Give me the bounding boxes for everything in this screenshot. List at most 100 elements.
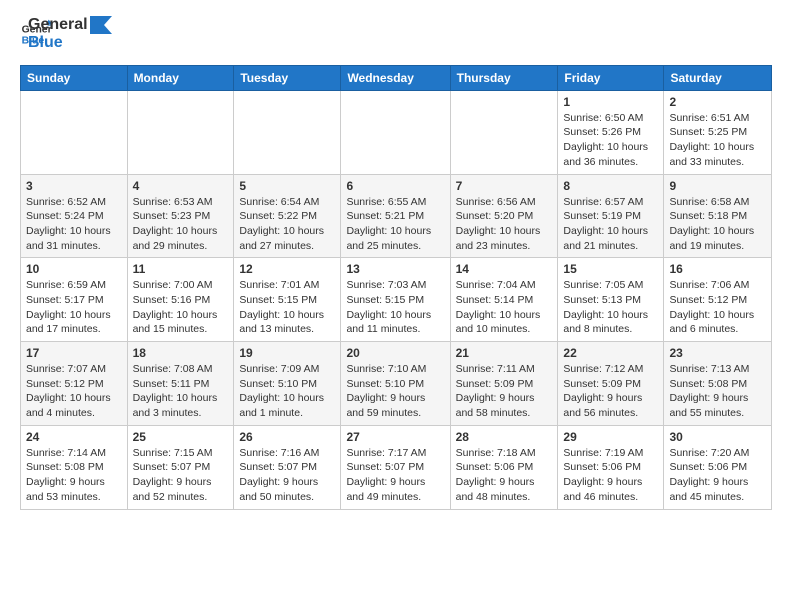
day-info: Sunrise: 6:55 AM Sunset: 5:21 PM Dayligh…: [346, 195, 444, 254]
page: General Blue General Blue SundayMon: [0, 0, 792, 530]
day-number: 16: [669, 262, 766, 276]
weekday-header-wednesday: Wednesday: [341, 65, 450, 90]
day-info: Sunrise: 7:19 AM Sunset: 5:06 PM Dayligh…: [563, 446, 658, 505]
day-number: 10: [26, 262, 122, 276]
day-info: Sunrise: 7:06 AM Sunset: 5:12 PM Dayligh…: [669, 278, 766, 337]
weekday-header-saturday: Saturday: [664, 65, 772, 90]
week-row-5: 24 Sunrise: 7:14 AM Sunset: 5:08 PM Dayli…: [21, 425, 772, 509]
day-info: Sunrise: 7:17 AM Sunset: 5:07 PM Dayligh…: [346, 446, 444, 505]
day-info: Sunrise: 6:52 AM Sunset: 5:24 PM Dayligh…: [26, 195, 122, 254]
weekday-header-sunday: Sunday: [21, 65, 128, 90]
calendar: SundayMondayTuesdayWednesdayThursdayFrid…: [20, 65, 772, 510]
day-info: Sunrise: 6:51 AM Sunset: 5:25 PM Dayligh…: [669, 111, 766, 170]
day-cell: 16 Sunrise: 7:06 AM Sunset: 5:12 PM Dayli…: [664, 258, 772, 342]
weekday-header-monday: Monday: [127, 65, 234, 90]
day-cell: 8 Sunrise: 6:57 AM Sunset: 5:19 PM Daylig…: [558, 174, 664, 258]
day-cell: 6 Sunrise: 6:55 AM Sunset: 5:21 PM Daylig…: [341, 174, 450, 258]
day-cell: 7Sunrise: 6:56 AM Sunset: 5:20 PM Daylig…: [450, 174, 558, 258]
day-info: Sunrise: 7:12 AM Sunset: 5:09 PM Dayligh…: [563, 362, 658, 421]
weekday-header-tuesday: Tuesday: [234, 65, 341, 90]
day-number: 20: [346, 346, 444, 360]
day-cell: 30Sunrise: 7:20 AM Sunset: 5:06 PM Dayli…: [664, 425, 772, 509]
day-number: 21: [456, 346, 553, 360]
day-info: Sunrise: 6:50 AM Sunset: 5:26 PM Dayligh…: [563, 111, 658, 170]
day-cell: 26Sunrise: 7:16 AM Sunset: 5:07 PM Dayli…: [234, 425, 341, 509]
day-info: Sunrise: 7:14 AM Sunset: 5:08 PM Dayligh…: [26, 446, 122, 505]
day-cell: 15 Sunrise: 7:05 AM Sunset: 5:13 PM Dayli…: [558, 258, 664, 342]
day-info: Sunrise: 7:13 AM Sunset: 5:08 PM Dayligh…: [669, 362, 766, 421]
day-number: 19: [239, 346, 335, 360]
day-cell: [450, 90, 558, 174]
day-cell: 22 Sunrise: 7:12 AM Sunset: 5:09 PM Dayli…: [558, 342, 664, 426]
day-cell: 21 Sunrise: 7:11 AM Sunset: 5:09 PM Dayli…: [450, 342, 558, 426]
day-info: Sunrise: 7:00 AM Sunset: 5:16 PM Dayligh…: [133, 278, 229, 337]
day-number: 6: [346, 179, 444, 193]
day-cell: 5 Sunrise: 6:54 AM Sunset: 5:22 PM Daylig…: [234, 174, 341, 258]
day-cell: 20 Sunrise: 7:10 AM Sunset: 5:10 PM Dayli…: [341, 342, 450, 426]
day-info: Sunrise: 7:11 AM Sunset: 5:09 PM Dayligh…: [456, 362, 553, 421]
day-info: Sunrise: 7:01 AM Sunset: 5:15 PM Dayligh…: [239, 278, 335, 337]
day-number: 7: [456, 179, 553, 193]
header: General Blue General Blue: [20, 16, 772, 53]
day-number: 14: [456, 262, 553, 276]
weekday-header-thursday: Thursday: [450, 65, 558, 90]
day-cell: 17Sunrise: 7:07 AM Sunset: 5:12 PM Dayli…: [21, 342, 128, 426]
logo-general: General: [28, 16, 112, 34]
calendar-body: 1 Sunrise: 6:50 AM Sunset: 5:26 PM Daylig…: [21, 90, 772, 509]
day-info: Sunrise: 7:10 AM Sunset: 5:10 PM Dayligh…: [346, 362, 444, 421]
day-cell: 18 Sunrise: 7:08 AM Sunset: 5:11 PM Dayli…: [127, 342, 234, 426]
day-number: 3: [26, 179, 122, 193]
logo-flag-icon: [90, 16, 112, 34]
day-number: 22: [563, 346, 658, 360]
day-number: 28: [456, 430, 553, 444]
day-number: 24: [26, 430, 122, 444]
day-number: 4: [133, 179, 229, 193]
day-cell: 13Sunrise: 7:03 AM Sunset: 5:15 PM Dayli…: [341, 258, 450, 342]
day-cell: 11 Sunrise: 7:00 AM Sunset: 5:16 PM Dayli…: [127, 258, 234, 342]
day-number: 1: [563, 95, 658, 109]
day-number: 2: [669, 95, 766, 109]
day-cell: [127, 90, 234, 174]
week-row-2: 3 Sunrise: 6:52 AM Sunset: 5:24 PM Daylig…: [21, 174, 772, 258]
day-info: Sunrise: 7:04 AM Sunset: 5:14 PM Dayligh…: [456, 278, 553, 337]
week-row-3: 10 Sunrise: 6:59 AM Sunset: 5:17 PM Dayli…: [21, 258, 772, 342]
day-info: Sunrise: 7:07 AM Sunset: 5:12 PM Dayligh…: [26, 362, 122, 421]
day-cell: 27Sunrise: 7:17 AM Sunset: 5:07 PM Dayli…: [341, 425, 450, 509]
day-info: Sunrise: 7:08 AM Sunset: 5:11 PM Dayligh…: [133, 362, 229, 421]
day-cell: 24 Sunrise: 7:14 AM Sunset: 5:08 PM Dayli…: [21, 425, 128, 509]
day-info: Sunrise: 7:16 AM Sunset: 5:07 PM Dayligh…: [239, 446, 335, 505]
day-info: Sunrise: 7:18 AM Sunset: 5:06 PM Dayligh…: [456, 446, 553, 505]
day-cell: 9Sunrise: 6:58 AM Sunset: 5:18 PM Daylig…: [664, 174, 772, 258]
day-number: 9: [669, 179, 766, 193]
day-cell: [21, 90, 128, 174]
week-row-1: 1 Sunrise: 6:50 AM Sunset: 5:26 PM Daylig…: [21, 90, 772, 174]
day-info: Sunrise: 6:59 AM Sunset: 5:17 PM Dayligh…: [26, 278, 122, 337]
day-number: 8: [563, 179, 658, 193]
day-info: Sunrise: 6:54 AM Sunset: 5:22 PM Dayligh…: [239, 195, 335, 254]
day-number: 11: [133, 262, 229, 276]
day-cell: 19 Sunrise: 7:09 AM Sunset: 5:10 PM Dayli…: [234, 342, 341, 426]
day-number: 12: [239, 262, 335, 276]
day-cell: 14 Sunrise: 7:04 AM Sunset: 5:14 PM Dayli…: [450, 258, 558, 342]
day-number: 23: [669, 346, 766, 360]
day-info: Sunrise: 6:53 AM Sunset: 5:23 PM Dayligh…: [133, 195, 229, 254]
logo-blue: Blue: [28, 34, 112, 52]
calendar-header: SundayMondayTuesdayWednesdayThursdayFrid…: [21, 65, 772, 90]
day-number: 15: [563, 262, 658, 276]
week-row-4: 17Sunrise: 7:07 AM Sunset: 5:12 PM Dayli…: [21, 342, 772, 426]
day-info: Sunrise: 7:05 AM Sunset: 5:13 PM Dayligh…: [563, 278, 658, 337]
day-cell: [341, 90, 450, 174]
day-info: Sunrise: 7:20 AM Sunset: 5:06 PM Dayligh…: [669, 446, 766, 505]
logo: General Blue General Blue: [20, 16, 112, 53]
day-cell: 12 Sunrise: 7:01 AM Sunset: 5:15 PM Dayli…: [234, 258, 341, 342]
day-cell: 10 Sunrise: 6:59 AM Sunset: 5:17 PM Dayli…: [21, 258, 128, 342]
day-number: 29: [563, 430, 658, 444]
day-cell: 3 Sunrise: 6:52 AM Sunset: 5:24 PM Daylig…: [21, 174, 128, 258]
day-cell: 28 Sunrise: 7:18 AM Sunset: 5:06 PM Dayli…: [450, 425, 558, 509]
day-cell: 25Sunrise: 7:15 AM Sunset: 5:07 PM Dayli…: [127, 425, 234, 509]
day-number: 18: [133, 346, 229, 360]
day-info: Sunrise: 6:57 AM Sunset: 5:19 PM Dayligh…: [563, 195, 658, 254]
day-cell: 1 Sunrise: 6:50 AM Sunset: 5:26 PM Daylig…: [558, 90, 664, 174]
day-number: 5: [239, 179, 335, 193]
day-info: Sunrise: 7:09 AM Sunset: 5:10 PM Dayligh…: [239, 362, 335, 421]
